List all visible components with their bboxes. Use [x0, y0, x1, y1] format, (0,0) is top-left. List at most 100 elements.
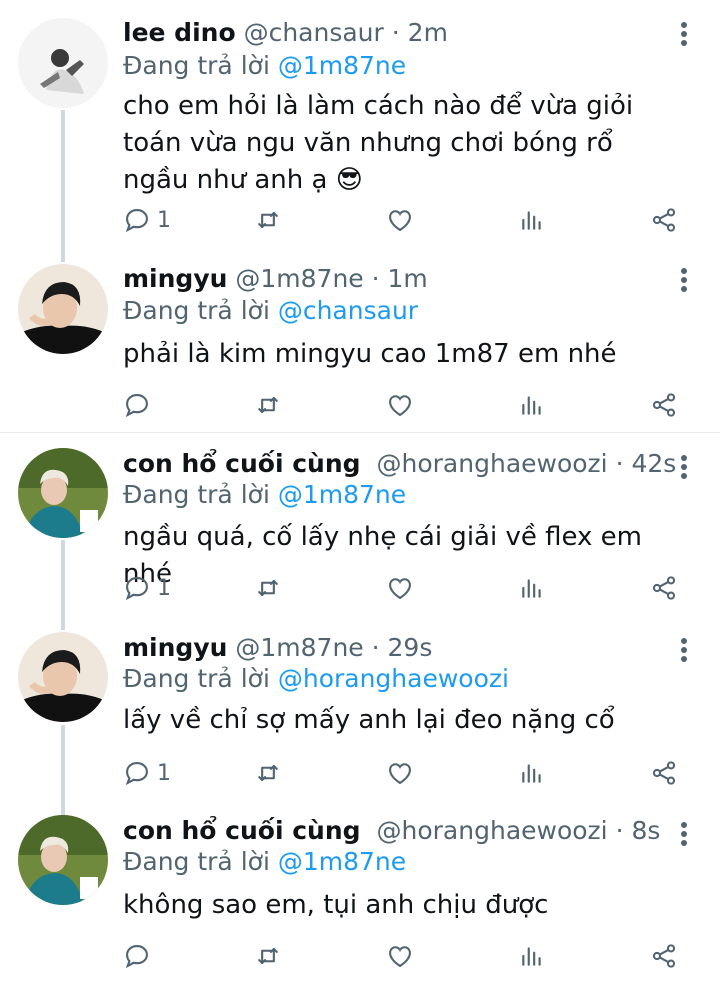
sunglasses-emoji-icon: 😎	[335, 165, 363, 195]
retweet-button[interactable]	[253, 758, 283, 788]
tweet-actions	[0, 390, 720, 420]
retweet-button[interactable]	[253, 941, 283, 971]
separator-dot: ·	[391, 18, 400, 47]
display-name[interactable]: con hổ cuối cùng	[123, 449, 361, 478]
tweet[interactable]: lee dino @chansaur · 2m Đang trả lời @1m…	[0, 0, 720, 250]
timestamp[interactable]: 29s	[388, 633, 433, 662]
more-icon[interactable]	[672, 266, 696, 296]
retweet-icon	[253, 942, 283, 970]
analytics-icon	[519, 207, 545, 233]
share-button[interactable]	[650, 573, 678, 603]
reply-button[interactable]	[123, 390, 151, 420]
tweet-actions: 1	[0, 758, 720, 788]
share-button[interactable]	[650, 390, 678, 420]
replying-to: Đang trả lời @1m87ne	[123, 480, 406, 510]
user-handle[interactable]: @horanghaewoozi	[377, 816, 608, 845]
timestamp[interactable]: 1m	[388, 264, 428, 293]
user-handle[interactable]: @1m87ne	[235, 264, 363, 293]
share-button[interactable]	[650, 758, 678, 788]
replying-to: Đang trả lời @1m87ne	[123, 847, 406, 877]
user-handle[interactable]: @1m87ne	[235, 633, 363, 662]
replying-to-label: Đang trả lời	[123, 480, 270, 509]
reply-button[interactable]	[123, 941, 151, 971]
retweet-button[interactable]	[253, 205, 283, 235]
replying-to-label: Đang trả lời	[123, 296, 270, 325]
more-icon[interactable]	[672, 20, 696, 50]
share-icon	[650, 206, 678, 234]
display-name[interactable]: mingyu	[123, 633, 227, 662]
like-button[interactable]	[386, 941, 414, 971]
reply-icon	[123, 942, 151, 970]
tweet-text-content: lấy về chỉ sợ mấy anh lại đeo nặng cổ	[123, 705, 615, 735]
user-handle[interactable]: @chansaur	[244, 18, 384, 47]
tweet-header: con hổ cuối cùng @horanghaewoozi · 8s	[123, 816, 660, 846]
more-icon[interactable]	[672, 636, 696, 666]
tweet-header: mingyu @1m87ne · 29s	[123, 633, 432, 663]
avatar[interactable]	[18, 18, 108, 108]
mention-link[interactable]: @chansaur	[278, 296, 418, 325]
like-icon	[386, 759, 414, 787]
retweet-icon	[253, 759, 283, 787]
timestamp[interactable]: 8s	[631, 816, 660, 845]
mention-link[interactable]: @1m87ne	[278, 847, 406, 876]
display-name[interactable]: con hổ cuối cùng	[123, 816, 361, 845]
user-handle[interactable]: @horanghaewoozi	[377, 449, 608, 478]
like-button[interactable]	[386, 205, 414, 235]
retweet-icon	[253, 391, 283, 419]
reply-count: 1	[157, 575, 171, 601]
share-icon	[650, 759, 678, 787]
more-icon[interactable]	[672, 453, 696, 483]
tweet-text: cho em hỏi là làm cách nào để vừa giỏi t…	[123, 88, 678, 199]
avatar[interactable]	[18, 448, 108, 538]
analytics-button[interactable]	[519, 758, 545, 788]
reply-button[interactable]: 1	[123, 758, 171, 788]
display-name[interactable]: lee dino	[123, 18, 236, 47]
mention-link[interactable]: @1m87ne	[278, 480, 406, 509]
analytics-icon	[519, 760, 545, 786]
tweet-text-content: phải là kim mingyu cao 1m87 em nhé	[123, 339, 617, 369]
tweet-text: không sao em, tụi anh chịu được	[123, 887, 683, 924]
tweet[interactable]: con hổ cuối cùng @horanghaewoozi · 8s Đa…	[0, 803, 720, 982]
tweet[interactable]: con hổ cuối cùng @horanghaewoozi · 42s Đ…	[0, 433, 720, 618]
analytics-icon	[519, 575, 545, 601]
mention-link[interactable]: @horanghaewoozi	[278, 664, 509, 693]
retweet-icon	[253, 206, 283, 234]
tweet[interactable]: mingyu @1m87ne · 1m Đang trả lời @chansa…	[0, 250, 720, 432]
replying-to-label: Đang trả lời	[123, 847, 270, 876]
analytics-button[interactable]	[519, 390, 545, 420]
mention-link[interactable]: @1m87ne	[278, 51, 406, 80]
like-icon	[386, 206, 414, 234]
tweet-actions: 1	[0, 573, 720, 603]
analytics-button[interactable]	[519, 573, 545, 603]
avatar[interactable]	[18, 815, 108, 905]
share-icon	[650, 942, 678, 970]
analytics-button[interactable]	[519, 941, 545, 971]
share-button[interactable]	[650, 205, 678, 235]
retweet-button[interactable]	[253, 573, 283, 603]
like-button[interactable]	[386, 390, 414, 420]
reply-count: 1	[157, 207, 171, 233]
like-button[interactable]	[386, 573, 414, 603]
timestamp[interactable]: 2m	[408, 18, 448, 47]
tweet-text-content: cho em hỏi là làm cách nào để vừa giỏi t…	[123, 91, 634, 195]
replying-to: Đang trả lời @horanghaewoozi	[123, 664, 509, 694]
tweet-header: lee dino @chansaur · 2m	[123, 18, 448, 48]
separator-dot: ·	[371, 633, 380, 662]
reply-button[interactable]: 1	[123, 573, 171, 603]
avatar[interactable]	[18, 264, 108, 354]
tweet[interactable]: mingyu @1m87ne · 29s Đang trả lời @horan…	[0, 618, 720, 803]
reply-button[interactable]: 1	[123, 205, 171, 235]
share-icon	[650, 574, 678, 602]
more-icon[interactable]	[672, 820, 696, 850]
timestamp[interactable]: 42s	[631, 449, 676, 478]
analytics-button[interactable]	[519, 205, 545, 235]
avatar[interactable]	[18, 632, 108, 722]
retweet-button[interactable]	[253, 390, 283, 420]
analytics-icon	[519, 943, 545, 969]
display-name[interactable]: mingyu	[123, 264, 227, 293]
like-button[interactable]	[386, 758, 414, 788]
replying-to-label: Đang trả lời	[123, 51, 270, 80]
tweet-actions	[0, 941, 720, 971]
share-button[interactable]	[650, 941, 678, 971]
reply-icon	[123, 391, 151, 419]
